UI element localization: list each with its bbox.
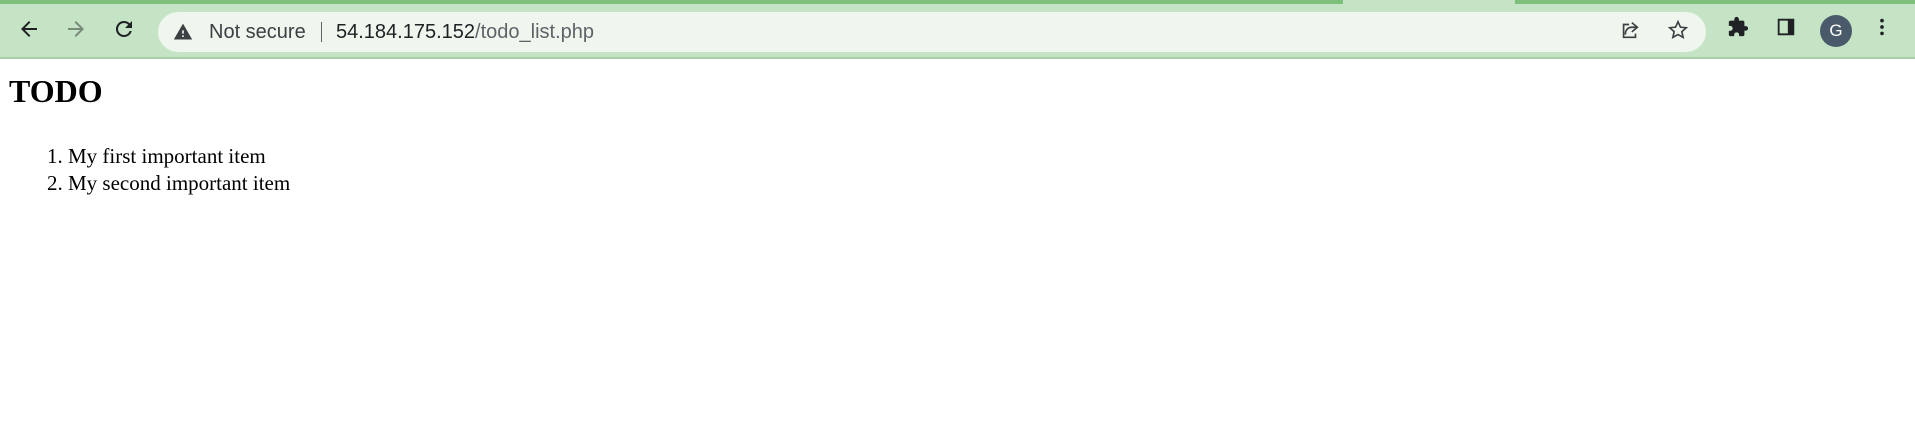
tab-indicator <box>0 0 1343 4</box>
warning-triangle-icon[interactable] <box>173 22 193 42</box>
profile-avatar[interactable]: G <box>1820 15 1852 47</box>
page-content: TODO My first important item My second i… <box>0 59 1915 447</box>
list-item: My second important item <box>68 170 290 197</box>
arrow-right-icon <box>64 17 88 41</box>
browser-toolbar: Not secure 54.184.175.152/todo_list.php … <box>0 0 1915 59</box>
arrow-left-icon <box>17 17 41 41</box>
tab-strip <box>0 0 1915 5</box>
address-bar[interactable]: Not secure 54.184.175.152/todo_list.php <box>158 12 1706 52</box>
side-panel-icon <box>1775 16 1797 43</box>
three-dots-vertical-icon <box>1871 16 1893 43</box>
star-icon <box>1667 19 1689 46</box>
share-icon <box>1619 19 1641 46</box>
page-title: TODO <box>9 73 103 109</box>
back-button[interactable] <box>11 11 47 47</box>
bookmark-button[interactable] <box>1662 16 1694 48</box>
todo-list: My first important item My second import… <box>28 143 290 197</box>
reload-icon <box>112 17 136 41</box>
share-button[interactable] <box>1614 16 1646 48</box>
security-status-label[interactable]: Not secure <box>209 21 306 43</box>
omnibox-divider <box>321 22 322 42</box>
reload-button[interactable] <box>106 11 142 47</box>
url-path: /todo_list.php <box>475 21 595 43</box>
extensions-button[interactable] <box>1722 13 1754 45</box>
tab-indicator <box>1515 0 1915 4</box>
list-item: My first important item <box>68 143 290 170</box>
forward-button[interactable] <box>58 11 94 47</box>
browser-menu-button[interactable] <box>1866 13 1898 45</box>
side-panel-button[interactable] <box>1770 13 1802 45</box>
url-text[interactable]: 54.184.175.152/todo_list.php <box>336 21 594 43</box>
puzzle-piece-icon <box>1727 16 1749 43</box>
url-host: 54.184.175.152 <box>336 21 476 43</box>
